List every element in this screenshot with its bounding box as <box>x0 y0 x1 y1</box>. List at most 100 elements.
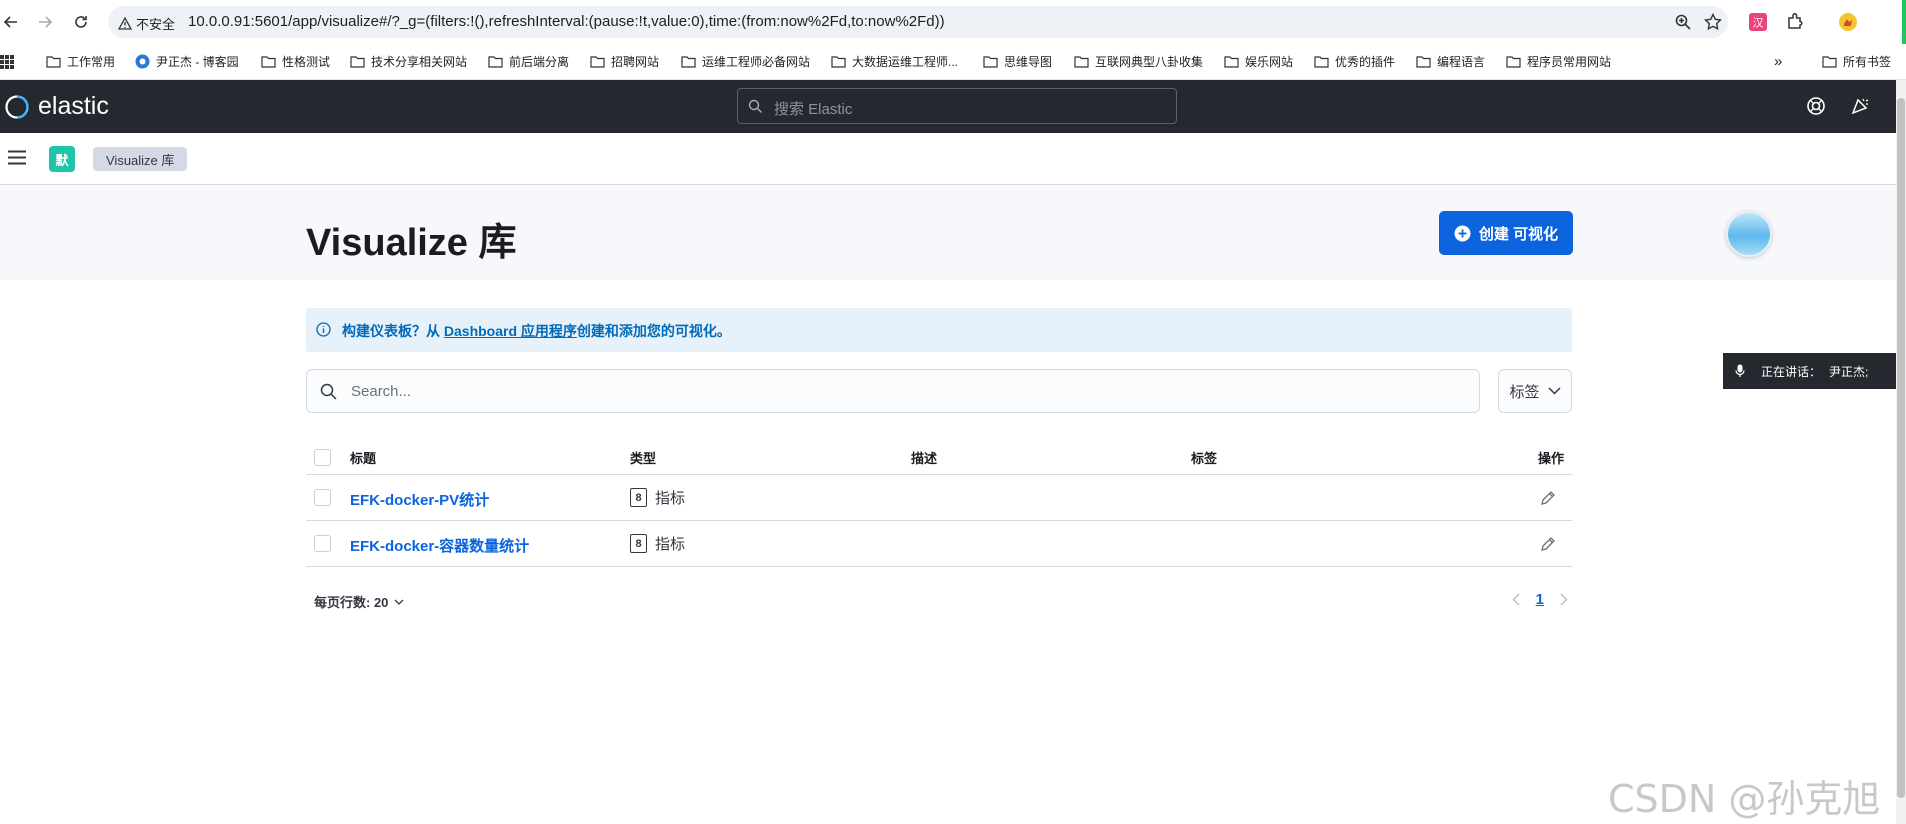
forward-button[interactable] <box>34 11 56 33</box>
page-scrollbar[interactable] <box>1896 80 1906 824</box>
blog-site-icon <box>135 54 150 69</box>
global-search-input[interactable]: 搜索 Elastic <box>737 88 1177 124</box>
folder-icon <box>831 56 846 68</box>
dashboard-info-callout: 构建仪表板？从 Dashboard 应用程序创建和添加您的可视化。 <box>306 308 1572 352</box>
svg-text:汉: 汉 <box>1753 17 1764 30</box>
apps-grid-icon[interactable] <box>0 55 14 69</box>
info-icon <box>316 322 331 337</box>
folder-icon <box>983 56 998 68</box>
folder-icon <box>1314 56 1329 68</box>
folder-icon <box>488 56 503 68</box>
search-placeholder: Search... <box>351 383 412 400</box>
folder-icon <box>1074 56 1089 68</box>
row-checkbox[interactable] <box>314 535 331 552</box>
address-bar[interactable]: 不安全 10.0.0.91:5601/app/visualize#/?_g=(f… <box>108 6 1728 38</box>
pager: 1 <box>1512 591 1568 608</box>
bookmark-folder[interactable]: 优秀的插件 <box>1314 53 1395 70</box>
security-indicator[interactable]: 不安全 <box>118 14 175 33</box>
speaking-indicator: 正在讲话： 尹正杰; <box>1723 353 1906 389</box>
back-button[interactable] <box>0 11 22 33</box>
bookmark-folder[interactable]: 程序员常用网站 <box>1506 53 1611 70</box>
url-text[interactable]: 10.0.0.91:5601/app/visualize#/?_g=(filte… <box>188 13 945 30</box>
watermark: CSDN @孙克旭 <box>1608 777 1881 821</box>
search-icon <box>748 99 762 113</box>
table-header: 标题 类型 描述 标签 操作 <box>306 440 1572 475</box>
profile-icon[interactable] <box>1838 12 1858 32</box>
more-bookmarks-button[interactable]: » <box>1774 53 1782 70</box>
scrollbar-thumb[interactable] <box>1897 98 1905 798</box>
translate-extension-icon[interactable]: 汉 <box>1748 12 1768 32</box>
visualizations-table: 标题 类型 描述 标签 操作 EFK-docker-PV统计 8 指标 EFK-… <box>306 440 1572 567</box>
dashboard-app-link[interactable]: Dashboard 应用程序 <box>444 323 577 339</box>
folder-icon <box>1822 56 1837 68</box>
plus-circle-icon <box>1454 225 1471 241</box>
user-avatar[interactable] <box>1726 211 1772 257</box>
page-title: Visualize 库 <box>306 222 517 264</box>
arrow-left-icon <box>3 16 17 28</box>
column-title[interactable]: 标题 <box>350 440 376 475</box>
zoom-icon[interactable] <box>1674 13 1692 31</box>
chevron-down-icon <box>394 599 404 605</box>
bookmark-link[interactable]: 尹正杰 - 博客园 <box>135 53 239 70</box>
page-header: Visualize 库 创建 可视化 <box>0 185 1896 280</box>
help-icon[interactable] <box>1806 96 1826 116</box>
folder-icon <box>1224 56 1239 68</box>
folder-icon <box>1416 56 1431 68</box>
column-description: 描述 <box>911 451 938 466</box>
column-tags: 标签 <box>1191 451 1218 466</box>
bookmark-folder[interactable]: 技术分享相关网站 <box>350 53 467 70</box>
bookmark-folder[interactable]: 性格测试 <box>261 53 330 70</box>
column-actions: 操作 <box>1538 451 1565 466</box>
visualization-title-link[interactable]: EFK-docker-PV统计 <box>350 489 489 510</box>
search-placeholder: 搜索 Elastic <box>774 101 853 118</box>
visualization-type: 8 指标 <box>630 533 685 554</box>
folder-icon <box>46 56 61 68</box>
create-visualization-button[interactable]: 创建 可视化 <box>1439 211 1573 255</box>
breadcrumb-visualize[interactable]: Visualize 库 <box>93 147 188 171</box>
pencil-icon[interactable] <box>1540 536 1556 552</box>
chevron-left-icon[interactable] <box>1512 593 1520 606</box>
tags-filter-button[interactable]: 标签 <box>1498 369 1572 413</box>
browser-toolbar: 不安全 10.0.0.91:5601/app/visualize#/?_g=(f… <box>0 0 1906 44</box>
bookmark-folder[interactable]: 互联网典型八卦收集 <box>1074 53 1203 70</box>
news-feed-icon[interactable] <box>1850 96 1870 116</box>
window-edge-accent <box>1902 0 1906 44</box>
pencil-icon[interactable] <box>1540 490 1556 506</box>
space-avatar[interactable]: 默 <box>49 146 75 172</box>
bookmark-folder[interactable]: 前后端分离 <box>488 53 569 70</box>
bookmark-folder[interactable]: 编程语言 <box>1416 53 1485 70</box>
elastic-logo[interactable]: elastic <box>4 92 109 121</box>
bookmark-folder[interactable]: 大数据运维工程师... <box>831 53 958 70</box>
arrow-right-icon <box>39 16 53 28</box>
table-row: EFK-docker-PV统计 8 指标 <box>306 475 1572 521</box>
all-bookmarks-folder[interactable]: 所有书签 <box>1822 53 1891 70</box>
column-type[interactable]: 类型 <box>630 440 656 475</box>
logo-text: elastic <box>38 92 109 120</box>
bookmark-folder[interactable]: 娱乐网站 <box>1224 53 1293 70</box>
star-icon[interactable] <box>1704 13 1722 31</box>
folder-icon <box>350 56 365 68</box>
bookmark-folder[interactable]: 工作常用 <box>46 53 115 70</box>
page-number-button[interactable]: 1 <box>1536 591 1544 608</box>
reload-icon <box>75 16 87 28</box>
rows-per-page-select[interactable]: 每页行数: 20 <box>314 592 404 611</box>
row-checkbox[interactable] <box>314 489 331 506</box>
folder-icon <box>1506 56 1521 68</box>
search-input[interactable]: Search... <box>306 369 1480 413</box>
menu-icon[interactable] <box>8 150 26 165</box>
bookmark-folder[interactable]: 招聘网站 <box>590 53 659 70</box>
folder-icon <box>681 56 696 68</box>
bookmark-folder[interactable]: 思维导图 <box>983 53 1052 70</box>
microphone-icon <box>1735 364 1745 377</box>
elastic-logo-icon <box>5 94 29 119</box>
folder-icon <box>590 56 605 68</box>
bookmark-folder[interactable]: 运维工程师必备网站 <box>681 53 810 70</box>
security-label: 不安全 <box>136 17 176 32</box>
extensions-icon[interactable] <box>1785 12 1805 32</box>
metric-icon: 8 <box>630 534 647 553</box>
visualization-title-link[interactable]: EFK-docker-容器数量统计 <box>350 535 529 556</box>
select-all-checkbox[interactable] <box>314 449 331 466</box>
folder-icon <box>261 56 276 68</box>
chevron-right-icon[interactable] <box>1560 593 1568 606</box>
reload-button[interactable] <box>70 11 92 33</box>
